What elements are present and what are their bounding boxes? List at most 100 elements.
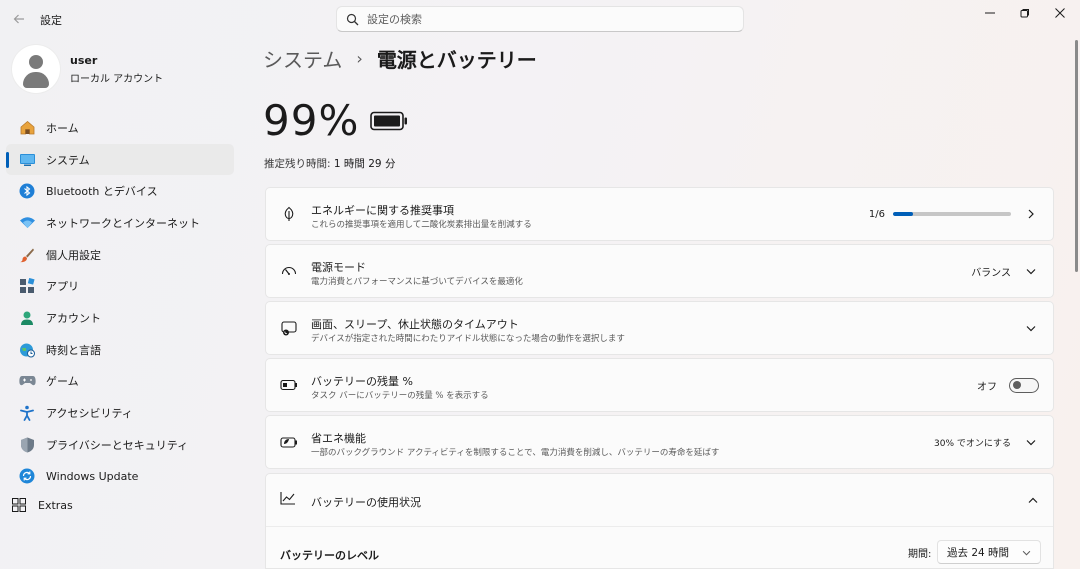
sidebar-item-time-language[interactable]: 時刻と言語 xyxy=(6,334,234,366)
card-title: バッテリーの残量 % xyxy=(311,375,413,388)
battery-level-heading: バッテリーのレベル xyxy=(280,549,379,562)
extras-label: Extras xyxy=(38,498,73,512)
power-mode-value[interactable]: バランス xyxy=(971,264,1011,279)
chevron-right-icon xyxy=(1023,206,1039,222)
sidebar-item-system[interactable]: システム xyxy=(6,143,234,176)
card-title: 画面、スリープ、休止状態のタイムアウト xyxy=(311,318,519,331)
brush-icon xyxy=(18,246,36,264)
gamepad-icon xyxy=(18,372,36,390)
battery-full-icon xyxy=(370,111,408,134)
energy-recommendations-card[interactable]: エネルギーに関する推奨事項 これらの推奨事項を適用して二酸化炭素排出量を削減する… xyxy=(265,187,1054,241)
breadcrumb-parent[interactable]: システム xyxy=(263,44,342,73)
battery-charging-icon xyxy=(280,376,298,394)
avatar xyxy=(12,45,60,93)
account-icon xyxy=(18,309,36,327)
recommendation-progress-bar xyxy=(893,212,1011,216)
leaf-icon xyxy=(280,205,298,223)
chevron-down-icon xyxy=(1023,263,1039,279)
account-type: ローカル アカウント xyxy=(70,73,164,85)
period-label: 期間: xyxy=(908,549,932,560)
back-button[interactable] xyxy=(8,8,30,30)
sidebar-item-label: 時刻と言語 xyxy=(46,343,101,357)
power-mode-card[interactable]: 電源モード 電力消費とパフォーマンスに基づいてデバイスを最適化 バランス xyxy=(265,244,1054,298)
breadcrumb-separator: › xyxy=(356,49,363,68)
card-title: 省エネ機能 xyxy=(311,432,366,445)
minimize-button[interactable] xyxy=(973,0,1007,26)
home-icon xyxy=(18,119,36,137)
battery-usage-header[interactable]: バッテリーの使用状況 xyxy=(266,474,1053,527)
extras-item[interactable]: Extras xyxy=(10,496,73,514)
card-subtitle: 一部のバックグラウンド アクティビティを制限することで、電力消費を削減し、バッテ… xyxy=(311,448,720,458)
progress-fill xyxy=(893,212,913,216)
energy-saver-card[interactable]: 省エネ機能 一部のバックグラウンド アクティビティを制限することで、電力消費を削… xyxy=(265,415,1054,469)
chevron-down-icon xyxy=(1023,434,1039,450)
chevron-up-icon xyxy=(1025,492,1041,508)
remaining-time-label: 推定残り時間: xyxy=(264,158,331,170)
battery-percentage-toggle[interactable] xyxy=(1009,377,1039,393)
accessibility-icon xyxy=(18,404,36,422)
chevron-down-icon xyxy=(1023,320,1039,336)
sidebar-item-home[interactable]: ホーム xyxy=(6,112,234,144)
user-profile[interactable]: user ローカル アカウント xyxy=(12,45,163,93)
card-subtitle: デバイスが指定された時間にわたりアイドル状態になった場合の動作を選択します xyxy=(311,334,625,344)
sidebar-item-label: Windows Update xyxy=(46,469,139,483)
card-subtitle: タスク バーにバッテリーの残量 % を表示する xyxy=(311,391,489,401)
sidebar-item-label: ホーム xyxy=(46,121,79,135)
close-icon xyxy=(1055,8,1065,18)
restore-icon xyxy=(1020,9,1029,18)
close-button[interactable] xyxy=(1043,0,1077,26)
screen-sleep-icon xyxy=(280,319,298,337)
gauge-icon xyxy=(280,262,298,280)
page-title: 電源とバッテリー xyxy=(376,48,537,72)
title-bar: 設定 xyxy=(0,0,1080,38)
shield-icon xyxy=(18,436,36,454)
globe-clock-icon xyxy=(18,341,36,359)
search-input[interactable] xyxy=(367,12,727,26)
sidebar-item-label: ネットワークとインターネット xyxy=(46,216,200,230)
sidebar-item-label: システム xyxy=(46,153,90,167)
card-title: バッテリーの使用状況 xyxy=(311,496,421,509)
sidebar-item-label: アプリ xyxy=(46,280,79,294)
energy-saver-icon xyxy=(280,433,298,451)
period-dropdown[interactable]: 過去 24 時間 xyxy=(937,540,1041,564)
search-box[interactable] xyxy=(336,6,744,32)
sidebar-nav: ホーム システム Bluetooth とデバイス ネットワークとインターネット … xyxy=(6,112,234,492)
sidebar-item-apps[interactable]: アプリ xyxy=(6,270,234,302)
extras-grid-icon xyxy=(10,496,28,514)
battery-usage-card: バッテリーの使用状況 バッテリーのレベル 期間: 過去 24 時間 xyxy=(265,473,1054,569)
sidebar-item-network[interactable]: ネットワークとインターネット xyxy=(6,207,234,239)
card-title: エネルギーに関する推奨事項 xyxy=(311,204,454,217)
sidebar-item-label: ゲーム xyxy=(46,375,79,389)
sidebar-item-windows-update[interactable]: Windows Update xyxy=(6,461,234,493)
system-icon xyxy=(18,151,36,169)
app-title: 設定 xyxy=(40,14,62,27)
update-icon xyxy=(18,467,36,485)
back-arrow-icon xyxy=(13,14,24,24)
sidebar-item-gaming[interactable]: ゲーム xyxy=(6,366,234,398)
card-title: 電源モード xyxy=(311,261,366,274)
sidebar-item-accessibility[interactable]: アクセシビリティ xyxy=(6,397,234,429)
sidebar-item-privacy[interactable]: プライバシーとセキュリティ xyxy=(6,429,234,461)
sidebar-item-label: アクセシビリティ xyxy=(46,407,133,421)
sidebar-item-label: Bluetooth とデバイス xyxy=(46,185,158,199)
sidebar-item-personalization[interactable]: 個人用設定 xyxy=(6,239,234,271)
maximize-button[interactable] xyxy=(1008,0,1042,26)
card-subtitle: 電力消費とパフォーマンスに基づいてデバイスを最適化 xyxy=(311,277,523,287)
battery-percentage-card[interactable]: バッテリーの残量 % タスク バーにバッテリーの残量 % を表示する オフ xyxy=(265,358,1054,412)
toggle-state-label: オフ xyxy=(977,381,997,393)
sidebar-item-label: プライバシーとセキュリティ xyxy=(46,438,189,452)
scrollbar[interactable] xyxy=(1075,40,1078,272)
remaining-time: 推定残り時間: 1 時間 29 分 xyxy=(264,156,395,171)
user-name: user xyxy=(70,53,98,67)
sidebar-item-bluetooth[interactable]: Bluetooth とデバイス xyxy=(6,175,234,207)
screen-sleep-card[interactable]: 画面、スリープ、休止状態のタイムアウト デバイスが指定された時間にわたりアイドル… xyxy=(265,301,1054,355)
bluetooth-icon xyxy=(18,182,36,200)
sidebar-item-label: 個人用設定 xyxy=(46,248,101,262)
line-chart-icon xyxy=(280,491,296,508)
sidebar-item-accounts[interactable]: アカウント xyxy=(6,302,234,334)
breadcrumb: システム › 電源とバッテリー xyxy=(263,44,537,73)
apps-icon xyxy=(18,277,36,295)
remaining-time-value: 1 時間 29 分 xyxy=(333,158,396,170)
recommendation-progress-text: 1/6 xyxy=(868,208,885,220)
search-icon xyxy=(337,13,367,26)
